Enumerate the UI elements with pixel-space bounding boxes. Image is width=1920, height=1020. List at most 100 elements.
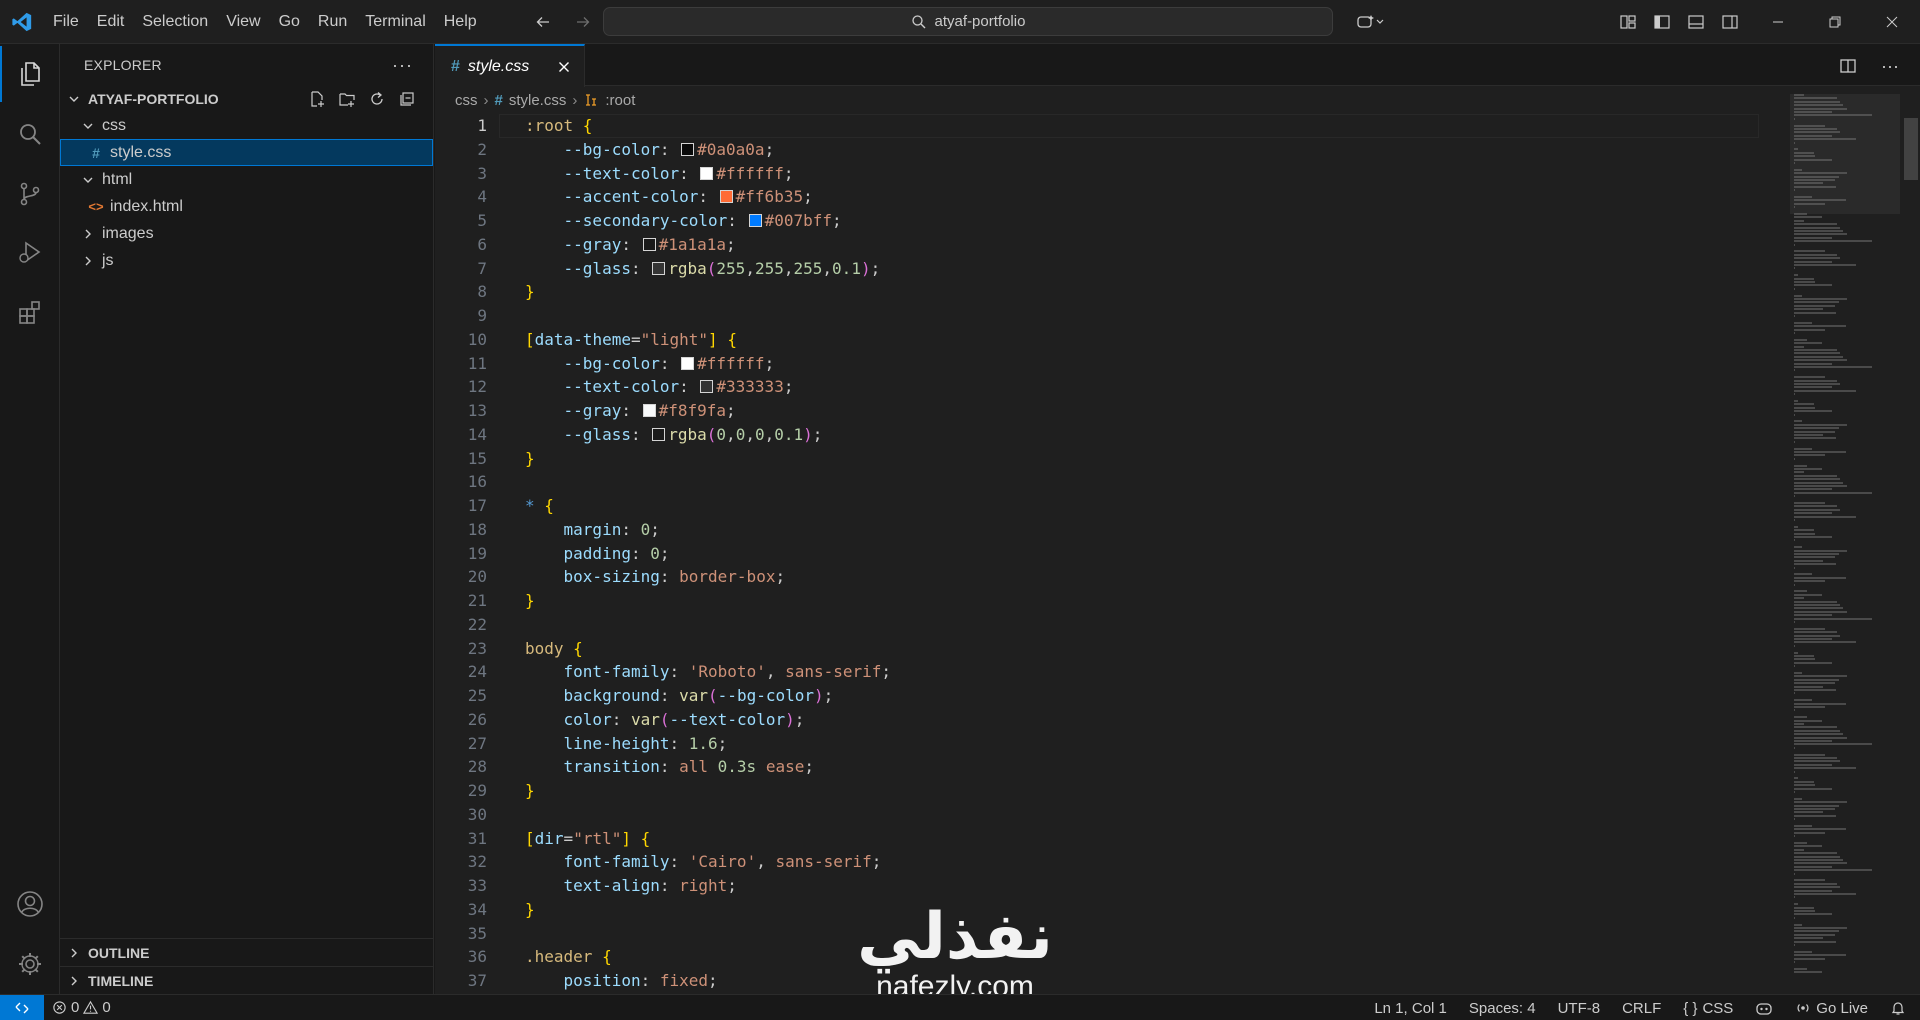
color-swatch[interactable] [642, 237, 656, 251]
minimap-line [1794, 971, 1822, 974]
back-arrow-icon[interactable] [528, 7, 558, 37]
code-editor[interactable]: 1:root {2 --bg-color: #0a0a0a; 3 --text-c… [435, 114, 1775, 994]
customize-layout-icon[interactable] [1614, 8, 1642, 36]
close-window-icon[interactable] [1863, 0, 1920, 44]
menu-go[interactable]: Go [270, 7, 309, 37]
menu-edit[interactable]: Edit [88, 7, 134, 37]
code-token: right [679, 876, 728, 895]
menu-view[interactable]: View [217, 7, 269, 37]
minimap-line [1794, 508, 1841, 511]
tab-style-css[interactable]: # style.css [435, 44, 585, 87]
minimap-line [1794, 767, 1856, 770]
minimap-line [1794, 563, 1836, 566]
tree-folder-images[interactable]: images [60, 220, 433, 247]
search-icon[interactable] [0, 106, 60, 162]
minimap-line [1794, 376, 1825, 379]
vertical-scrollbar[interactable] [1902, 114, 1920, 994]
minimap-line [1794, 944, 1796, 946]
minimap-slider[interactable] [1790, 94, 1900, 214]
indentation[interactable]: Spaces: 4 [1469, 1000, 1536, 1017]
title-bar: File Edit Selection View Go Run Terminal… [0, 0, 1920, 44]
menu-terminal[interactable]: Terminal [356, 7, 434, 37]
breadcrumb-file[interactable]: style.css [509, 92, 567, 109]
scrollbar-thumb[interactable] [1904, 118, 1918, 180]
menu-run[interactable]: Run [309, 7, 356, 37]
toggle-panel-icon[interactable] [1682, 8, 1710, 36]
split-editor-icon[interactable] [1834, 52, 1862, 80]
workspace-folder-header[interactable]: ATYAF-PORTFOLIO [60, 86, 433, 112]
minimap-line [1794, 338, 1807, 341]
line-number: 14 [467, 424, 487, 444]
color-swatch[interactable] [652, 261, 666, 275]
timeline-panel-header[interactable]: TIMELINE [60, 966, 434, 994]
menu-file[interactable]: File [44, 7, 88, 37]
new-folder-icon[interactable] [335, 87, 359, 111]
copilot-status-icon[interactable] [1755, 1000, 1773, 1016]
problems-indicator[interactable]: 0 0 [44, 999, 111, 1016]
minimap-line [1794, 961, 1796, 963]
refresh-icon[interactable] [365, 87, 389, 111]
menu-selection[interactable]: Selection [133, 7, 217, 37]
restore-icon[interactable] [1806, 0, 1863, 44]
go-live-button[interactable]: Go Live [1795, 1000, 1868, 1017]
cursor-position[interactable]: Ln 1, Col 1 [1374, 1000, 1447, 1017]
tree-file-index-html[interactable]: <> index.html [60, 193, 433, 220]
command-center-search[interactable]: atyaf-portfolio [603, 7, 1333, 36]
tree-folder-js[interactable]: js [60, 247, 433, 274]
toggle-primary-sidebar-icon[interactable] [1648, 8, 1676, 36]
color-swatch[interactable] [748, 214, 762, 227]
code-token: ; [726, 401, 736, 420]
remote-indicator-icon[interactable] [0, 994, 44, 1020]
tree-file-style-css[interactable]: # style.css [60, 139, 433, 166]
code-token: { [727, 329, 737, 349]
color-swatch[interactable] [700, 380, 714, 394]
line-code: padding: 0; [487, 542, 670, 566]
more-actions-icon[interactable]: ··· [1876, 52, 1904, 80]
extensions-icon[interactable] [0, 284, 60, 340]
minimap-line [1794, 216, 1822, 219]
language-mode[interactable]: { } CSS [1683, 1000, 1733, 1017]
bell-icon[interactable] [1890, 1000, 1906, 1016]
line-number: 7 [477, 258, 487, 278]
minimap-line [1794, 233, 1848, 236]
source-control-icon[interactable] [0, 166, 60, 222]
copilot-icon[interactable] [1350, 8, 1390, 36]
tree-folder-html[interactable]: html [60, 166, 433, 193]
gear-icon[interactable] [0, 936, 60, 992]
code-token: { [573, 638, 583, 658]
color-swatch[interactable] [642, 404, 656, 417]
color-swatch[interactable] [700, 166, 714, 180]
run-debug-icon[interactable] [0, 224, 60, 280]
files-icon[interactable] [0, 46, 60, 102]
code-token: = [630, 329, 641, 349]
color-swatch[interactable] [681, 142, 695, 156]
code-line: 23 body { [435, 637, 1775, 661]
breadcrumb-folder[interactable]: css [455, 92, 478, 109]
encoding[interactable]: UTF-8 [1558, 1000, 1601, 1017]
breadcrumb-symbol[interactable]: :root [605, 92, 635, 109]
minimap-line [1794, 559, 1824, 562]
color-swatch[interactable] [719, 190, 733, 204]
end-of-line[interactable]: CRLF [1622, 1000, 1661, 1017]
minimize-icon[interactable] [1749, 0, 1806, 44]
html-file-icon: <> [88, 199, 104, 214]
code-token: --secondary-color [563, 211, 728, 230]
minimap[interactable] [1790, 94, 1900, 994]
code-line: 34} [435, 898, 1775, 922]
close-icon[interactable] [554, 57, 574, 77]
code-token: : [659, 139, 680, 159]
outline-panel-header[interactable]: OUTLINE [60, 938, 434, 966]
more-actions-icon[interactable]: ··· [392, 55, 413, 76]
color-swatch[interactable] [681, 356, 695, 370]
code-token: ; [794, 709, 805, 729]
tree-folder-css[interactable]: css [60, 112, 433, 139]
new-file-icon[interactable] [305, 87, 329, 111]
code-token: background [563, 686, 660, 705]
color-swatch[interactable] [652, 427, 666, 441]
menu-help[interactable]: Help [435, 7, 486, 37]
collapse-all-icon[interactable] [395, 87, 419, 111]
forward-arrow-icon[interactable] [568, 7, 598, 37]
account-icon[interactable] [0, 876, 60, 932]
toggle-secondary-sidebar-icon[interactable] [1716, 8, 1744, 36]
